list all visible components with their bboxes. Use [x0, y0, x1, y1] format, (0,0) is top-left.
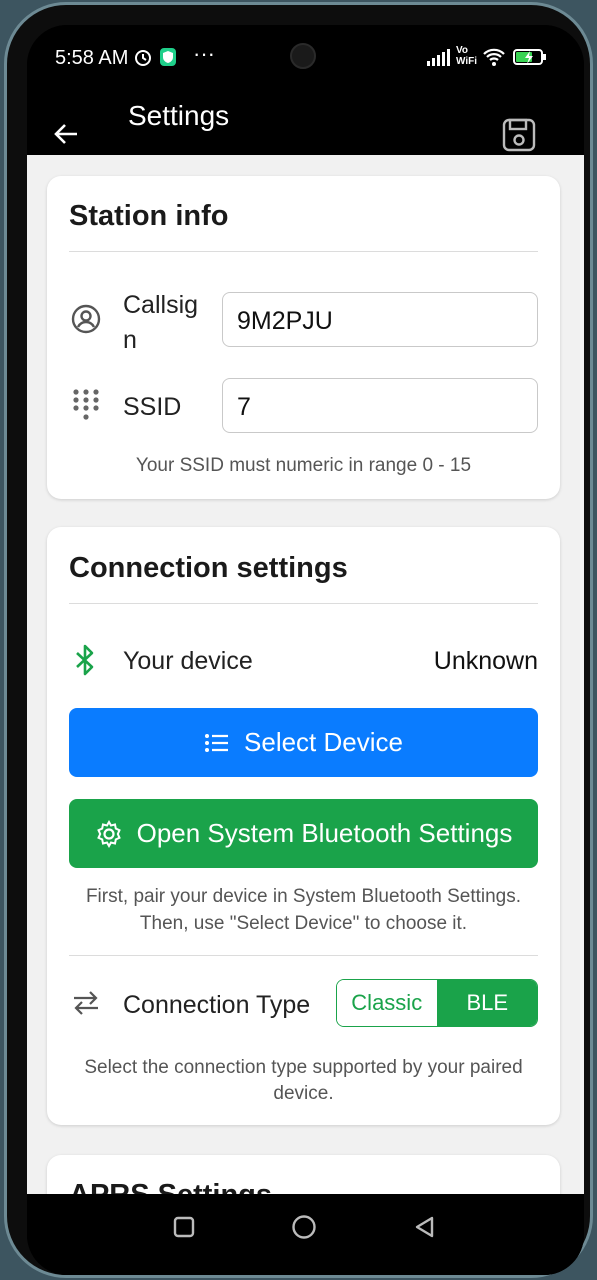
classic-option[interactable]: Classic: [337, 980, 438, 1026]
bluetooth-icon: [76, 644, 94, 676]
divider: [69, 603, 538, 604]
connection-type-label: Connection Type: [123, 991, 311, 1019]
select-device-label: Select Device: [244, 727, 403, 757]
connection-settings-card: Connection settings Your device Unknown …: [47, 527, 560, 1125]
status-bar: 5:58 AM ··· Vo WiFi: [27, 25, 584, 95]
list-icon: [205, 733, 229, 752]
aprs-settings-title: APRS Settings: [69, 1179, 272, 1194]
front-camera: [290, 43, 316, 69]
type-hint-line-2: device.: [273, 1083, 334, 1104]
swap-arrows-icon: [74, 991, 98, 1015]
ssid-input[interactable]: 7: [222, 378, 538, 433]
navigation-bar: [27, 1194, 584, 1275]
signal-icon: [427, 49, 450, 66]
vpn-shield-icon: [160, 48, 176, 66]
divider: [69, 955, 538, 956]
ssid-label: SSID: [123, 393, 182, 421]
status-time: 5:58 AM: [55, 47, 129, 69]
more-notifications: ···: [193, 41, 215, 66]
alarm-icon: [135, 50, 151, 66]
app-bar: [27, 95, 584, 155]
station-info-title: Station info: [69, 200, 229, 232]
save-icon[interactable]: [501, 117, 537, 153]
divider: [69, 251, 538, 252]
pair-hint-line-2: Then, use "Select Device" to choose it.: [139, 913, 468, 934]
battery-charging-icon: [513, 49, 546, 65]
settings-content[interactable]: Station info Callsig n 9M2PJU SSID 7 You…: [27, 155, 584, 1194]
phone-frame: 5:58 AM ··· Vo WiFi Settings Station inf…: [4, 2, 593, 1278]
gear-icon: [96, 819, 121, 848]
aprs-settings-card: APRS Settings: [47, 1155, 560, 1194]
type-hint-line-1: Select the connection type supported by …: [84, 1057, 523, 1078]
dialpad-icon: [73, 389, 99, 420]
back-nav-icon[interactable]: [413, 1215, 435, 1239]
phone-screen: 5:58 AM ··· Vo WiFi Settings Station inf…: [27, 25, 584, 1275]
pair-hint-line-1: First, pair your device in System Blueto…: [85, 886, 522, 907]
account-circle-icon: [71, 304, 101, 334]
connection-type-toggle: Classic BLE: [336, 979, 538, 1027]
wifi-icon: [483, 48, 505, 66]
device-value: Unknown: [433, 647, 538, 675]
home-icon[interactable]: [291, 1214, 317, 1240]
ble-option[interactable]: BLE: [437, 980, 537, 1026]
your-device-label: Your device: [123, 647, 253, 675]
open-bluetooth-settings-label: Open System Bluetooth Settings: [136, 818, 513, 848]
callsign-input[interactable]: 9M2PJU: [222, 292, 538, 347]
open-bluetooth-settings-button[interactable]: Open System Bluetooth Settings: [69, 799, 538, 868]
vowifi-label: Vo WiFi: [456, 45, 478, 67]
callsign-label: Callsig n: [123, 291, 199, 354]
recents-icon[interactable]: [173, 1216, 195, 1238]
connection-settings-title: Connection settings: [69, 552, 348, 584]
back-arrow-icon[interactable]: [53, 121, 79, 147]
page-title: Settings: [128, 100, 230, 131]
station-info-card: Station info Callsig n 9M2PJU SSID 7 You…: [47, 176, 560, 499]
select-device-button[interactable]: Select Device: [69, 708, 538, 777]
ssid-hint: Your SSID must numeric in range 0 - 15: [135, 455, 472, 476]
